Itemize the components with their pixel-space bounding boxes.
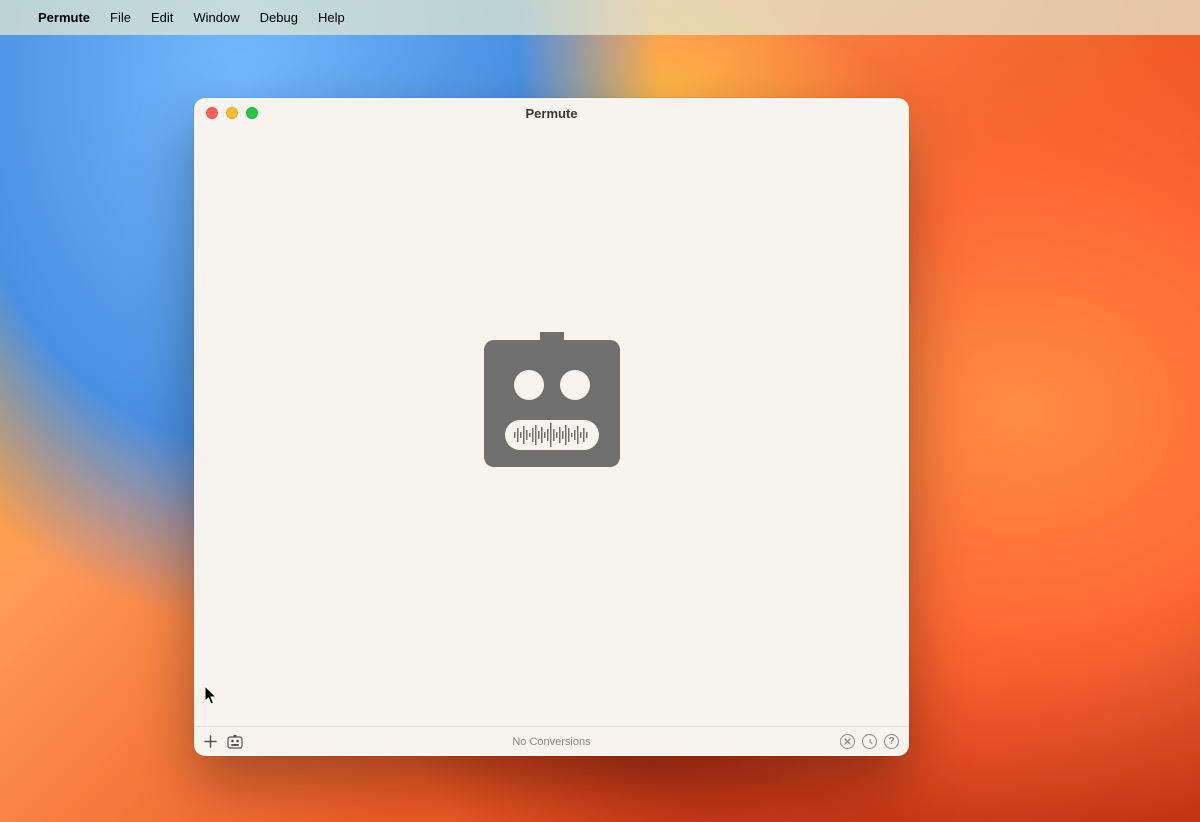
menu-debug[interactable]: Debug: [250, 10, 308, 25]
app-window: Permute: [194, 98, 909, 756]
maximize-button[interactable]: [246, 107, 258, 119]
menu-help[interactable]: Help: [308, 10, 355, 25]
menu-edit[interactable]: Edit: [141, 10, 183, 25]
bottom-toolbar: No Conversions ?: [194, 726, 909, 756]
drop-zone[interactable]: [194, 128, 909, 726]
menubar-app-name[interactable]: Permute: [28, 10, 100, 25]
question-icon: ?: [884, 734, 899, 749]
add-button[interactable]: [204, 735, 217, 748]
close-button[interactable]: [206, 107, 218, 119]
cancel-all-button[interactable]: [840, 734, 855, 749]
robot-icon: [484, 332, 620, 467]
minimize-button[interactable]: [226, 107, 238, 119]
help-button[interactable]: ?: [884, 734, 899, 749]
robot-small-icon: [227, 735, 243, 749]
menu-window[interactable]: Window: [183, 10, 249, 25]
cancel-icon: [840, 734, 855, 749]
presets-button[interactable]: [227, 735, 243, 749]
status-text: No Conversions: [194, 736, 909, 748]
menu-file[interactable]: File: [100, 10, 141, 25]
history-button[interactable]: [862, 734, 877, 749]
titlebar[interactable]: Permute: [194, 98, 909, 128]
window-title: Permute: [194, 106, 909, 121]
menubar: Permute File Edit Window Debug Help: [0, 0, 1200, 35]
plus-icon: [204, 735, 217, 748]
clock-icon: [862, 734, 877, 749]
traffic-lights: [206, 107, 258, 119]
